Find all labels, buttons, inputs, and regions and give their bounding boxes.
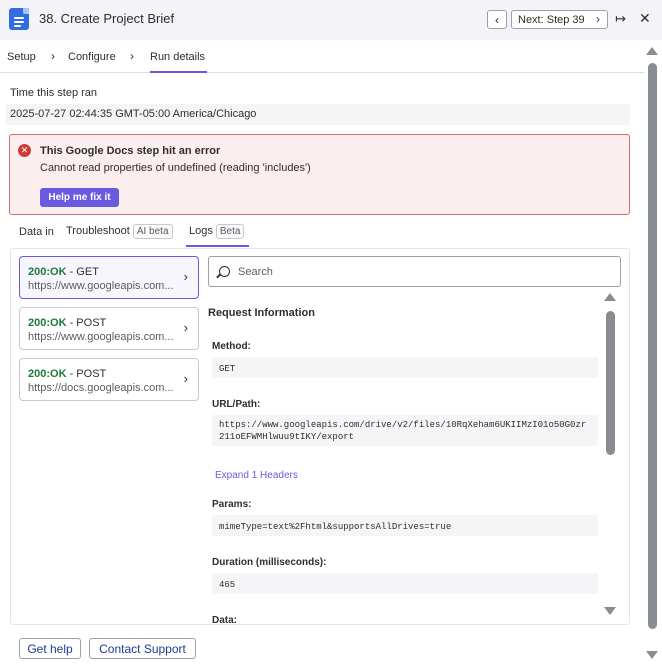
google-docs-icon [9, 8, 29, 30]
tab-troubleshoot[interactable]: Troubleshoot AI beta [66, 224, 173, 239]
request-method: - POST [66, 317, 107, 329]
data-field-clip: Data: [208, 612, 604, 624]
log-request-item[interactable]: 200:OK - POST https://www.googleapis.com… [19, 307, 199, 350]
next-step-button[interactable]: Next: Step 39 › [511, 10, 608, 29]
tab-troubleshoot-label: Troubleshoot [66, 225, 130, 237]
detail-scrollbar-thumb[interactable] [606, 311, 615, 455]
error-icon: ✕ [18, 144, 31, 157]
request-url: https://www.googleapis.com... [28, 280, 174, 292]
chevron-right-icon: › [51, 49, 55, 63]
duration-value: 465 [212, 573, 598, 594]
contact-support-button[interactable]: Contact Support [89, 638, 196, 659]
log-search [208, 256, 621, 287]
get-help-button[interactable]: Get help [19, 638, 81, 659]
expand-panel-icon[interactable]: ↦ [615, 11, 629, 27]
chevron-right-icon: › [596, 12, 600, 26]
tab-run-details[interactable]: Run details [150, 51, 208, 73]
request-url: https://www.googleapis.com... [28, 331, 174, 343]
duration-label: Duration (milliseconds): [212, 557, 327, 568]
chevron-right-icon: › [183, 320, 188, 335]
request-information-title: Request Information [208, 307, 315, 319]
ai-beta-badge: AI beta [132, 224, 173, 239]
request-url: https://docs.googleapis.com... [28, 382, 174, 394]
tab-configure[interactable]: Configure [68, 51, 116, 63]
url-label: URL/Path: [212, 399, 261, 410]
method-value: GET [212, 357, 598, 378]
error-banner: ✕ This Google Docs step hit an error Can… [9, 134, 630, 215]
chevron-right-icon: › [130, 49, 134, 63]
log-request-item[interactable]: 200:OK - POST https://docs.googleapis.co… [19, 358, 199, 401]
search-icon [219, 266, 230, 277]
scroll-up-arrow-icon[interactable] [604, 293, 616, 301]
close-icon[interactable]: ✕ [639, 10, 651, 27]
status-ok: 200:OK [28, 368, 67, 380]
log-request-item[interactable]: 200:OK - GET https://www.googleapis.com.… [19, 256, 199, 299]
next-step-label: Next: Step 39 [518, 13, 585, 26]
error-message: Cannot read properties of undefined (rea… [40, 162, 311, 174]
step-title: 38. Create Project Brief [39, 11, 175, 26]
scroll-down-arrow-icon[interactable] [646, 651, 658, 659]
chevron-right-icon: › [183, 269, 188, 284]
params-label: Params: [212, 499, 252, 510]
method-label: Method: [212, 341, 251, 352]
tab-logs[interactable]: Logs Beta [189, 224, 245, 239]
status-ok: 200:OK [28, 317, 67, 329]
search-input[interactable] [238, 264, 608, 280]
tab-logs-label: Logs [189, 225, 213, 237]
time-label: Time this step ran [10, 87, 98, 99]
url-value: https://www.googleapis.com/drive/v2/file… [212, 415, 598, 446]
params-value: mimeType=text%2Fhtml&supportsAllDrives=t… [212, 515, 598, 536]
beta-badge: Beta [215, 224, 245, 239]
request-method: - POST [66, 368, 107, 380]
tab-setup[interactable]: Setup [7, 51, 36, 63]
chevron-left-icon: ‹ [495, 12, 499, 27]
data-label: Data: [212, 615, 238, 624]
expand-headers-link[interactable]: Expand 1 Headers [215, 470, 298, 481]
scroll-up-arrow-icon[interactable] [646, 47, 658, 55]
help-me-fix-button[interactable]: Help me fix it [40, 188, 119, 207]
step-header: 38. Create Project Brief ‹ Next: Step 39… [0, 0, 662, 40]
active-tab-indicator [186, 245, 249, 247]
error-title: This Google Docs step hit an error [40, 145, 221, 157]
status-ok: 200:OK [28, 266, 67, 278]
request-method: - GET [66, 266, 99, 278]
previous-step-button[interactable]: ‹ [487, 10, 507, 29]
panel-scrollbar-thumb[interactable] [648, 63, 657, 629]
tab-data-in[interactable]: Data in [19, 226, 54, 238]
step-tabs: Setup › Configure › Run details [0, 40, 644, 73]
chevron-right-icon: › [183, 371, 188, 386]
scroll-down-arrow-icon[interactable] [604, 607, 616, 615]
run-timestamp: 2025-07-27 02:44:35 GMT-05:00 America/Ch… [6, 104, 630, 125]
